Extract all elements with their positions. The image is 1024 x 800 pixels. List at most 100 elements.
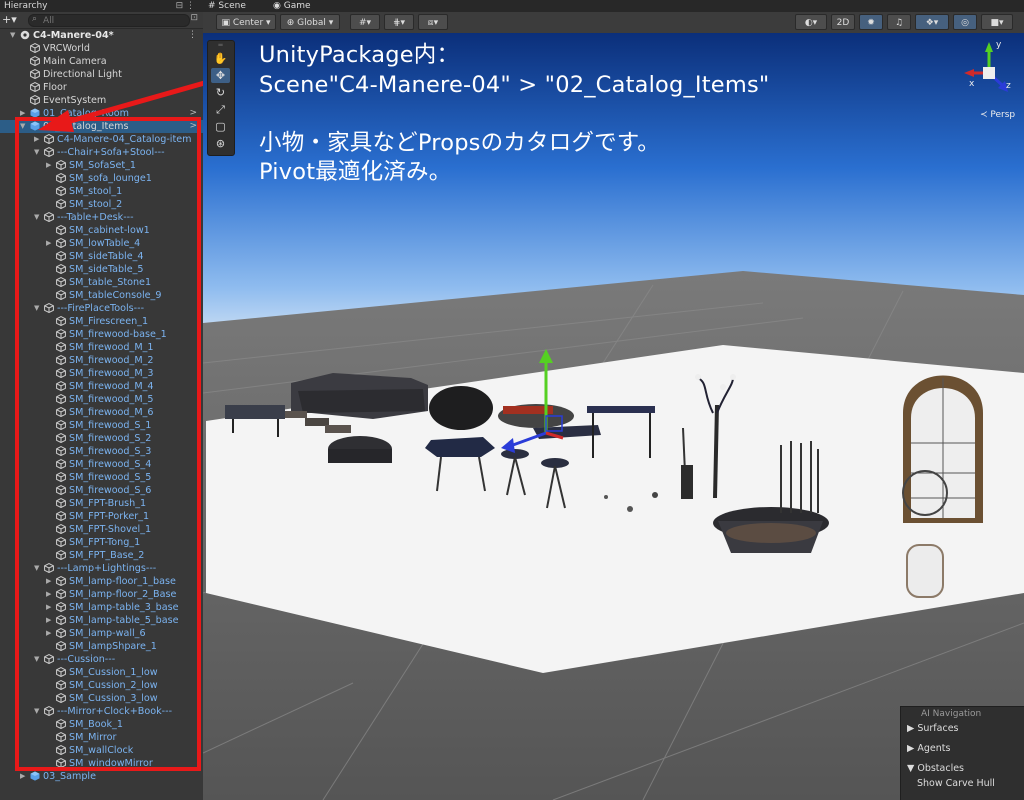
- hierarchy-row[interactable]: ▶ 01_Catalog_Room >: [0, 107, 203, 120]
- hierarchy-row[interactable]: SM_stool_2: [0, 198, 203, 211]
- hierarchy-row[interactable]: SM_firewood_M_3: [0, 367, 203, 380]
- expand-arrow-down-icon[interactable]: ▼: [34, 146, 39, 159]
- hierarchy-row[interactable]: EventSystem: [0, 94, 203, 107]
- hierarchy-row[interactable]: SM_firewood_S_2: [0, 432, 203, 445]
- align-button[interactable]: ⧈▾: [418, 14, 448, 30]
- hierarchy-row[interactable]: ▶ SM_lamp-wall_6: [0, 627, 203, 640]
- expand-arrow-down-icon[interactable]: ▼: [10, 29, 15, 42]
- hierarchy-row[interactable]: SM_Cussion_3_low: [0, 692, 203, 705]
- hierarchy-row[interactable]: SM_Cussion_1_low: [0, 666, 203, 679]
- hierarchy-row[interactable]: SM_FPT_Base_2: [0, 549, 203, 562]
- hand-tool-icon[interactable]: ✋: [211, 51, 230, 66]
- hierarchy-row[interactable]: ▼ C4-Manere-04* ⋮: [0, 29, 203, 42]
- hierarchy-row[interactable]: SM_FPT-Porker_1: [0, 510, 203, 523]
- add-object-button[interactable]: +▾: [2, 13, 17, 27]
- projection-toggle[interactable]: ≺ Persp: [980, 110, 1015, 120]
- open-prefab-chevron-icon[interactable]: >: [189, 120, 197, 133]
- expand-arrow-right-icon[interactable]: ▶: [46, 627, 51, 640]
- expand-arrow-right-icon[interactable]: ▶: [46, 575, 51, 588]
- expand-arrow-right-icon[interactable]: ▶: [46, 588, 51, 601]
- hierarchy-row[interactable]: Directional Light: [0, 68, 203, 81]
- hierarchy-row[interactable]: SM_FPT-Tong_1: [0, 536, 203, 549]
- hierarchy-row[interactable]: SM_Mirror: [0, 731, 203, 744]
- hierarchy-row[interactable]: ▶ SM_lamp-floor_2_Base: [0, 588, 203, 601]
- expand-arrow-right-icon[interactable]: ▶: [46, 237, 51, 250]
- hierarchy-search[interactable]: ⌕: [28, 14, 190, 27]
- expand-arrow-right-icon[interactable]: ▶: [46, 159, 51, 172]
- hierarchy-options-icon[interactable]: ⊡: [190, 13, 198, 23]
- nav-agents-item[interactable]: ▶ Agents: [907, 743, 950, 754]
- hierarchy-row[interactable]: SM_FPT-Brush_1: [0, 497, 203, 510]
- hierarchy-row[interactable]: SM_tableConsole_9: [0, 289, 203, 302]
- tab-game[interactable]: ◉ Game: [273, 0, 311, 12]
- expand-arrow-right-icon[interactable]: ▶: [20, 107, 25, 120]
- hierarchy-row[interactable]: SM_firewood_M_5: [0, 393, 203, 406]
- hierarchy-row[interactable]: ▶ C4-Manere-04_Catalog-item: [0, 133, 203, 146]
- more-options-icon[interactable]: ⋮: [188, 29, 197, 42]
- mode-2d-button[interactable]: 2D: [831, 14, 855, 30]
- hierarchy-row[interactable]: ▶ SM_lamp-floor_1_base: [0, 575, 203, 588]
- hierarchy-tab-controls[interactable]: ⊟ ⋮: [176, 0, 195, 12]
- tab-scene[interactable]: # Scene: [208, 0, 246, 12]
- hierarchy-row[interactable]: SM_firewood_S_5: [0, 471, 203, 484]
- hierarchy-search-input[interactable]: [43, 15, 173, 26]
- hierarchy-row[interactable]: SM_firewood_M_6: [0, 406, 203, 419]
- lighting-toggle[interactable]: ✹: [859, 14, 883, 30]
- hierarchy-row[interactable]: ▶ SM_SofaSet_1: [0, 159, 203, 172]
- hierarchy-row[interactable]: VRCWorld: [0, 42, 203, 55]
- hierarchy-row[interactable]: ▶ SM_lamp-table_3_base: [0, 601, 203, 614]
- hierarchy-row[interactable]: SM_Cussion_2_low: [0, 679, 203, 692]
- expand-arrow-down-icon[interactable]: ▼: [20, 120, 25, 133]
- hierarchy-row[interactable]: SM_lampShpare_1: [0, 640, 203, 653]
- nav-show-carve-hull-item[interactable]: Show Carve Hull: [917, 778, 995, 789]
- expand-arrow-down-icon[interactable]: ▼: [34, 211, 39, 224]
- scale-tool-icon[interactable]: ⤢: [211, 102, 230, 117]
- visibility-toggle[interactable]: ◎: [953, 14, 977, 30]
- hierarchy-row[interactable]: SM_wallClock: [0, 744, 203, 757]
- hierarchy-row[interactable]: SM_firewood_S_6: [0, 484, 203, 497]
- rotate-tool-icon[interactable]: ↻: [211, 85, 230, 100]
- shading-mode-button[interactable]: ◐▾: [795, 14, 827, 30]
- hierarchy-row[interactable]: ▶ SM_lamp-table_5_base: [0, 614, 203, 627]
- expand-arrow-down-icon[interactable]: ▼: [34, 653, 39, 666]
- expand-arrow-right-icon[interactable]: ▶: [46, 614, 51, 627]
- hierarchy-row[interactable]: SM_firewood_S_3: [0, 445, 203, 458]
- increment-snap-button[interactable]: ⋕▾: [384, 14, 414, 30]
- hierarchy-row[interactable]: SM_sofa_lounge1: [0, 172, 203, 185]
- expand-arrow-right-icon[interactable]: ▶: [20, 770, 25, 783]
- expand-arrow-right-icon[interactable]: ▶: [46, 601, 51, 614]
- hierarchy-row[interactable]: SM_firewood_S_4: [0, 458, 203, 471]
- hierarchy-row[interactable]: SM_table_Stone1: [0, 276, 203, 289]
- hierarchy-row[interactable]: SM_firewood_S_1: [0, 419, 203, 432]
- hierarchy-row[interactable]: ▼ ---Chair+Sofa+Stool---: [0, 146, 203, 159]
- hierarchy-row[interactable]: SM_firewood_M_1: [0, 341, 203, 354]
- space-mode-dropdown[interactable]: ⊕ Global ▾: [280, 14, 340, 30]
- hierarchy-row[interactable]: ▼ ---FirePlaceTools---: [0, 302, 203, 315]
- hierarchy-tab[interactable]: Hierarchy ⊟ ⋮: [0, 0, 203, 12]
- audio-toggle[interactable]: ♫: [887, 14, 911, 30]
- open-prefab-chevron-icon[interactable]: >: [189, 107, 197, 120]
- expand-arrow-down-icon[interactable]: ▼: [34, 302, 39, 315]
- hierarchy-row[interactable]: SM_sideTable_4: [0, 250, 203, 263]
- hierarchy-row[interactable]: Main Camera: [0, 55, 203, 68]
- expand-arrow-right-icon[interactable]: ▶: [34, 133, 39, 146]
- rect-tool-icon[interactable]: ▢: [211, 119, 230, 134]
- hierarchy-row[interactable]: ▶ 03_Sample: [0, 770, 203, 783]
- hierarchy-row[interactable]: ▼ ---Lamp+Lightings---: [0, 562, 203, 575]
- pivot-mode-dropdown[interactable]: ▣ Center ▾: [216, 14, 276, 30]
- hierarchy-row[interactable]: ▼ ---Mirror+Clock+Book---: [0, 705, 203, 718]
- hierarchy-row[interactable]: SM_Book_1: [0, 718, 203, 731]
- expand-arrow-down-icon[interactable]: ▼: [34, 705, 39, 718]
- hierarchy-row[interactable]: Floor: [0, 81, 203, 94]
- hierarchy-row[interactable]: SM_firewood_M_2: [0, 354, 203, 367]
- effects-dropdown[interactable]: ❖▾: [915, 14, 949, 30]
- hierarchy-row[interactable]: SM_sideTable_5: [0, 263, 203, 276]
- hierarchy-row[interactable]: SM_stool_1: [0, 185, 203, 198]
- hierarchy-row[interactable]: ▼ ---Table+Desk---: [0, 211, 203, 224]
- hierarchy-row[interactable]: SM_cabinet-low1: [0, 224, 203, 237]
- hierarchy-row[interactable]: SM_firewood_M_4: [0, 380, 203, 393]
- hierarchy-row[interactable]: ▼ ---Cussion---: [0, 653, 203, 666]
- hierarchy-row[interactable]: ▼ 02_Catalog_Items >: [0, 120, 203, 133]
- grid-snap-button[interactable]: #▾: [350, 14, 380, 30]
- camera-settings-dropdown[interactable]: ■▾: [981, 14, 1013, 30]
